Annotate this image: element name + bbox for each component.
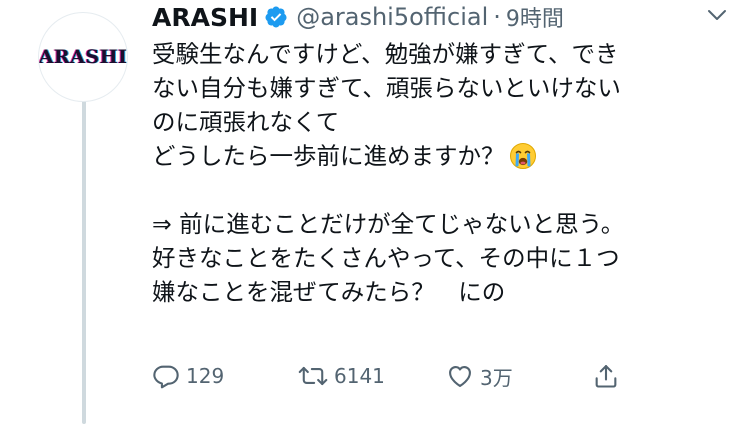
retweet-count: 6141: [334, 364, 385, 388]
share-icon: [592, 362, 620, 390]
tweet-line: のに頑張れなくて: [152, 108, 340, 136]
tweet-actions: 129 6141 3万: [152, 356, 652, 396]
tweet-line: どうしたら一歩前に進めますか？: [152, 142, 505, 170]
tweet-line: ⇒ 前に進むことだけが全てじゃないと思う。: [152, 210, 625, 238]
reply-icon: [152, 362, 180, 390]
more-options-chevron-icon[interactable]: [706, 6, 728, 24]
user-handle[interactable]: @arashi5official: [296, 3, 488, 31]
avatar-logo-text: ARASHI: [38, 46, 128, 68]
tweet-line: 受験生なんですけど、勉強が嫌すぎて、でき: [152, 40, 619, 68]
tweet-line: 嫌なことを混ぜてみたら？ にの: [152, 278, 506, 306]
avatar[interactable]: ARASHI: [38, 12, 128, 102]
verified-badge-icon: [264, 5, 288, 29]
tweet-text: 受験生なんですけど、勉強が嫌すぎて、でき ない自分も嫌すぎて、頑張らないといけな…: [152, 37, 732, 309]
share-button[interactable]: [592, 356, 620, 396]
timestamp[interactable]: 9時間: [506, 1, 564, 33]
loudly-crying-face-icon: [509, 142, 537, 179]
display-name[interactable]: ARASHI: [152, 3, 258, 32]
retweet-icon: [298, 362, 328, 390]
tweet-line: [152, 173, 732, 207]
tweet-line: 好きなことをたくさんやって、その中に１つ: [152, 244, 620, 272]
tweet-header: ARASHI @arashi5official · 9時間: [152, 0, 742, 34]
tweet-line: ない自分も嫌すぎて、頑張らないといけない: [152, 74, 621, 102]
tweet-line-with-emoji: どうしたら一歩前に進めますか？: [152, 139, 732, 173]
separator-dot: ·: [493, 3, 501, 31]
tweet[interactable]: ARASHI ARASHI @arashi5official · 9時間 受験生…: [0, 0, 750, 424]
like-button[interactable]: 3万: [446, 356, 513, 396]
like-count: 3万: [480, 365, 513, 390]
retweet-button[interactable]: 6141: [298, 356, 385, 396]
reply-count: 129: [186, 364, 225, 388]
heart-icon: [446, 362, 474, 390]
thread-line: [82, 98, 86, 424]
reply-button[interactable]: 129: [152, 356, 224, 396]
